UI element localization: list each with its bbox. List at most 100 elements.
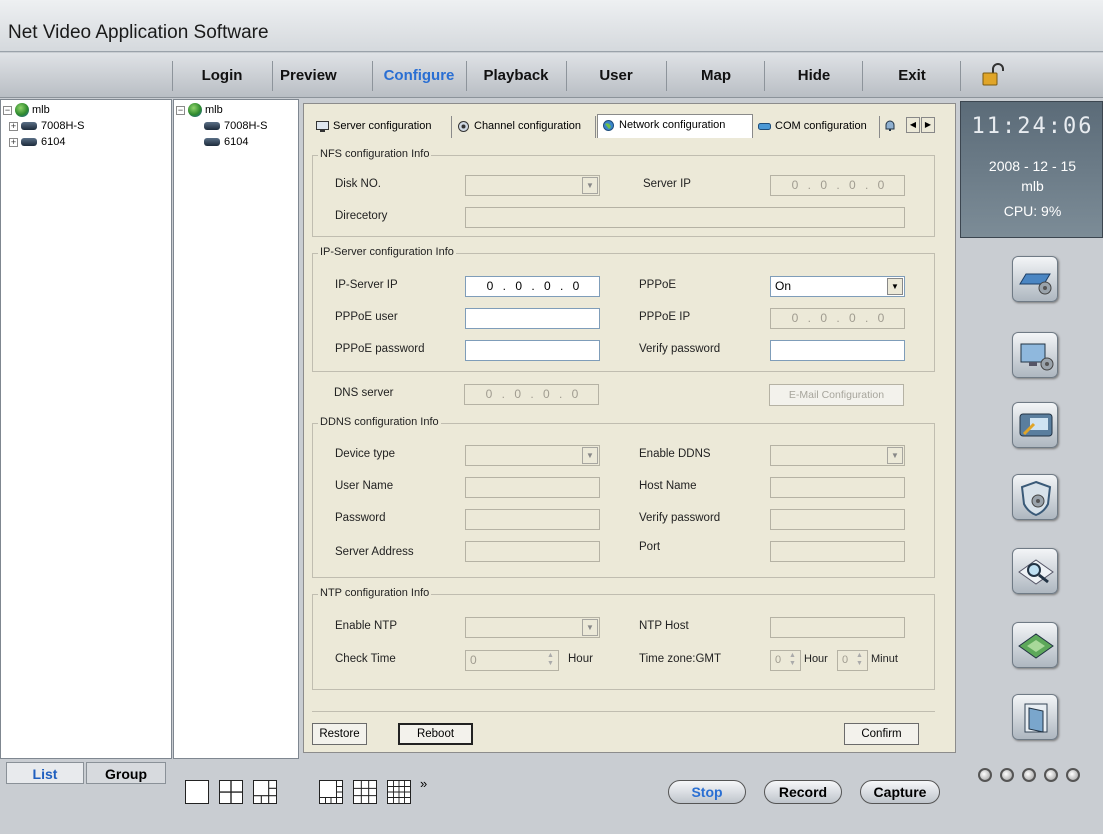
confirm-button[interactable]: Confirm — [844, 723, 919, 745]
menu-map[interactable]: Map — [668, 65, 764, 87]
menu-login[interactable]: Login — [174, 65, 270, 87]
menu-separator — [862, 61, 863, 91]
collapse-icon[interactable]: − — [3, 105, 12, 115]
security-settings-button[interactable] — [1012, 474, 1058, 520]
server-settings-button[interactable] — [1012, 256, 1058, 302]
dvr-device-icon — [204, 138, 220, 147]
tab-group[interactable]: Group — [86, 762, 166, 784]
spinner-arrows-icon[interactable]: ▲ ▼ — [544, 652, 557, 669]
timezone-minute-spinner[interactable]: 0 ▲ ▼ — [837, 650, 868, 671]
spinner-arrows-icon[interactable]: ▲ ▼ — [853, 652, 866, 669]
pppoe-user-input[interactable] — [465, 308, 600, 329]
layout-4x4-icon[interactable] — [387, 780, 411, 804]
tree-node[interactable]: +7008H-S — [9, 118, 84, 134]
check-time-unit: Hour — [568, 653, 593, 665]
storage-button[interactable] — [1012, 622, 1058, 668]
ddns-user-input[interactable] — [465, 477, 600, 498]
layout-2x2-icon[interactable] — [219, 780, 243, 804]
disk-card-icon — [1018, 633, 1054, 659]
ddns-verify-input[interactable] — [770, 509, 905, 530]
menu-preview[interactable]: Preview — [280, 65, 370, 87]
device-type-select[interactable]: ▼ — [465, 445, 600, 466]
expand-icon[interactable]: + — [9, 137, 18, 147]
collapse-icon[interactable]: − — [176, 105, 185, 115]
exit-door-button[interactable] — [1012, 694, 1058, 740]
menu-configure[interactable]: Configure — [374, 65, 464, 87]
chevron-down-icon[interactable]: ▼ — [582, 447, 598, 464]
status-led-icon — [1044, 768, 1058, 782]
tab-scroll-left-icon[interactable]: ◀ — [906, 117, 920, 133]
menu-user[interactable]: User — [568, 65, 664, 87]
stop-button[interactable]: Stop — [668, 780, 746, 804]
directory-input[interactable] — [465, 207, 905, 228]
ddns-verify-label: Verify password — [639, 512, 721, 524]
menu-exit[interactable]: Exit — [864, 65, 960, 87]
server-ip-input[interactable]: 0 . 0 . 0 . 0 — [770, 175, 905, 196]
server-address-input[interactable] — [465, 541, 600, 562]
spinner-arrows-icon[interactable]: ▲ ▼ — [786, 652, 799, 669]
enable-ntp-select[interactable]: ▼ — [465, 617, 600, 638]
ipserver-group-title: IP-Server configuration Info — [318, 246, 456, 258]
ntp-host-label: NTP Host — [639, 620, 689, 632]
chevron-down-icon[interactable]: ▼ — [887, 278, 903, 295]
ipserver-ip-input[interactable]: 0 . 0 . 0 . 0 — [465, 276, 600, 297]
timezone-minute-value: 0 — [842, 654, 849, 666]
expand-icon[interactable]: + — [9, 121, 18, 131]
timezone-hour-spinner[interactable]: 0 ▲ ▼ — [770, 650, 801, 671]
directory-label: Direcetory — [335, 210, 388, 222]
serial-port-icon — [758, 122, 771, 130]
port-input[interactable] — [770, 541, 905, 562]
tree-node[interactable]: +6104 — [9, 134, 65, 150]
bottom-bar: List Group » Stop Record Capture — [0, 760, 1103, 834]
tree-node[interactable]: 7008H-S — [204, 118, 267, 134]
email-configuration-button[interactable]: E-Mail Configuration — [769, 384, 904, 406]
alarm-bell-icon[interactable] — [884, 120, 896, 132]
chevron-down-icon[interactable]: ▼ — [887, 447, 903, 464]
restore-button[interactable]: Restore — [312, 723, 367, 745]
check-time-spinner[interactable]: 0 ▲ ▼ — [465, 650, 559, 671]
door-exit-icon — [1024, 703, 1048, 733]
more-layouts-icon[interactable]: » — [420, 776, 427, 791]
layout-1plus7-icon[interactable] — [319, 780, 343, 804]
channel-settings-button[interactable] — [1012, 332, 1058, 378]
layout-1plus5-icon[interactable] — [253, 780, 277, 804]
pppoe-verify-input[interactable] — [770, 340, 905, 361]
dns-server-input[interactable]: 0 . 0 . 0 . 0 — [464, 384, 599, 405]
pppoe-select[interactable]: On ▼ — [770, 276, 905, 297]
record-button[interactable]: Record — [764, 780, 842, 804]
menu-playback[interactable]: Playback — [468, 65, 564, 87]
chevron-down-icon[interactable]: ▼ — [582, 619, 598, 636]
pppoe-password-input[interactable] — [465, 340, 600, 361]
ddns-group: DDNS configuration Info Device type ▼ En… — [312, 416, 935, 578]
pppoe-password-label: PPPoE password — [335, 343, 425, 355]
pppoe-ip-label: PPPoE IP — [639, 311, 691, 323]
reboot-button[interactable]: Reboot — [398, 723, 473, 745]
layout-3x3-icon[interactable] — [353, 780, 377, 804]
menu-separator — [466, 61, 467, 91]
host-name-input[interactable] — [770, 477, 905, 498]
tab-network-configuration[interactable]: Network configuration — [597, 114, 753, 138]
disk-no-select[interactable]: ▼ — [465, 175, 600, 196]
ddns-password-input[interactable] — [465, 509, 600, 530]
menu-hide[interactable]: Hide — [766, 65, 862, 87]
tree-root[interactable]: − mlb — [3, 102, 50, 118]
tree-root[interactable]: − mlb — [176, 102, 223, 118]
search-button[interactable] — [1012, 548, 1058, 594]
ntp-host-input[interactable] — [770, 617, 905, 638]
tab-channel-configuration[interactable]: Channel configuration — [453, 116, 596, 138]
capture-button[interactable]: Capture — [860, 780, 940, 804]
menu-separator — [172, 61, 173, 91]
pppoe-ip-input[interactable]: 0 . 0 . 0 . 0 — [770, 308, 905, 329]
app-title: Net Video Application Software — [8, 22, 269, 43]
layout-1x1-icon[interactable] — [185, 780, 209, 804]
chevron-down-icon[interactable]: ▼ — [582, 177, 598, 194]
tree-node[interactable]: 6104 — [204, 134, 248, 150]
tab-list[interactable]: List — [6, 762, 84, 784]
unlock-icon[interactable] — [982, 63, 1004, 87]
tab-com-configuration[interactable]: COM configuration — [754, 116, 880, 138]
network-settings-button[interactable] — [1012, 402, 1058, 448]
tab-server-configuration[interactable]: Server configuration — [312, 116, 452, 138]
tab-scroll-right-icon[interactable]: ▶ — [921, 117, 935, 133]
enable-ddns-select[interactable]: ▼ — [770, 445, 905, 466]
dns-server-label: DNS server — [334, 387, 394, 399]
